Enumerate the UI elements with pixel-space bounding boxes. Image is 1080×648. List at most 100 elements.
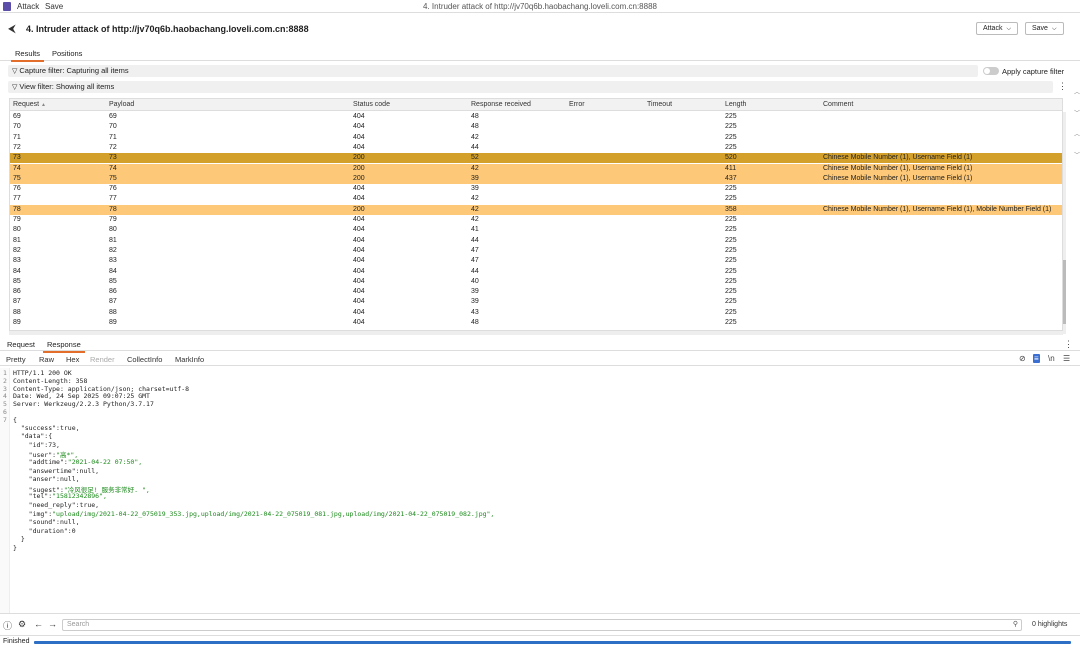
- apply-capture-filter-toggle[interactable]: [983, 67, 999, 75]
- cell-status-code: 404: [353, 143, 365, 151]
- table-row[interactable]: 74 74 200 42 411 Chinese Mobile Number (1), U…: [10, 163, 1062, 174]
- tab-markinfo[interactable]: MarkInfo: [175, 355, 204, 364]
- tab-raw[interactable]: Raw: [39, 355, 54, 364]
- capture-filter-text: Capture filter: Capturing all items: [19, 66, 129, 75]
- back-arrow-icon[interactable]: ⮜: [8, 23, 16, 36]
- cell-status-code: 404: [353, 133, 365, 141]
- view-filter-bar[interactable]: ▽ View filter: Showing all items: [8, 81, 1053, 93]
- table-row[interactable]: 87 87 404 39 225: [10, 297, 1062, 307]
- table-row[interactable]: 82 82 404 47 225: [10, 246, 1062, 256]
- hide-eye-icon[interactable]: ⊘: [1019, 354, 1026, 363]
- table-vertical-scrollbar[interactable]: [1063, 112, 1066, 334]
- cell-payload: 88: [109, 308, 117, 316]
- tab-pretty[interactable]: Pretty: [6, 355, 26, 364]
- page-title: 4. Intruder attack of http://jv70q6b.hao…: [26, 24, 309, 34]
- response-line: Date: Wed, 24 Sep 2025 09:07:25 GMT: [13, 392, 150, 401]
- col-request[interactable]: Request ▲: [13, 101, 46, 108]
- cell-request: 80: [13, 226, 21, 234]
- chevron-up-icon[interactable]: ︿: [1074, 87, 1080, 96]
- wrap-lines-icon[interactable]: \n: [1048, 354, 1055, 363]
- col-comment[interactable]: Comment: [823, 101, 853, 108]
- search-placeholder: Search: [67, 621, 90, 628]
- cell-comment: Chinese Mobile Number (1), Username Fiel…: [823, 205, 1052, 213]
- cell-status-code: 200: [353, 164, 365, 172]
- col-length[interactable]: Length: [725, 101, 746, 108]
- table-row[interactable]: 69 69 404 48 225: [10, 112, 1062, 122]
- hamburger-menu-icon[interactable]: ☰: [1063, 354, 1070, 363]
- table-horizontal-scrollbar[interactable]: [9, 331, 1063, 335]
- json-line: "success":true,: [13, 424, 80, 432]
- tab-positions[interactable]: Positions: [48, 49, 86, 60]
- col-response-received[interactable]: Response received: [471, 101, 531, 108]
- json-value: null,: [59, 475, 80, 484]
- cell-length: 225: [725, 133, 737, 141]
- tab-results[interactable]: Results: [11, 49, 45, 62]
- table-row[interactable]: 73 73 200 52 520 Chinese Mobile Number (1), U…: [10, 153, 1062, 164]
- json-line: }: [13, 544, 17, 552]
- kebab-menu-icon[interactable]: ⋮: [1058, 81, 1067, 92]
- tab-request[interactable]: Request: [3, 340, 39, 351]
- json-key: "addtime":: [13, 458, 68, 466]
- help-icon[interactable]: ⓘ: [3, 619, 12, 632]
- scrollbar-thumb[interactable]: [1063, 260, 1066, 324]
- table-row[interactable]: 79 79 404 42 225: [10, 215, 1062, 225]
- tab-hex[interactable]: Hex: [66, 355, 79, 364]
- gear-icon[interactable]: ⚙: [18, 619, 26, 630]
- chevron-down-icon[interactable]: ﹀: [1074, 108, 1080, 117]
- chevron-up-icon[interactable]: ︿: [1074, 129, 1080, 138]
- json-key: "id":: [13, 440, 49, 449]
- table-row[interactable]: 75 75 200 39 437 Chinese Mobile Number (1), U…: [10, 173, 1062, 185]
- search-input[interactable]: Search ⚲: [62, 619, 1022, 631]
- attack-dropdown-button[interactable]: Attack ⌵: [976, 22, 1019, 35]
- json-key: "data":{: [13, 432, 53, 441]
- col-error[interactable]: Error: [569, 101, 585, 108]
- table-row[interactable]: 88 88 404 43 225: [10, 308, 1062, 318]
- table-row[interactable]: 78 78 200 42 358 Chinese Mobile Number (1), U…: [10, 204, 1062, 215]
- table-row[interactable]: 71 71 404 42 225: [10, 133, 1062, 143]
- table-row[interactable]: 86 86 404 39 225: [10, 287, 1062, 297]
- json-line: "tel":"15812342896",: [13, 492, 107, 500]
- cell-request: 89: [13, 319, 21, 326]
- table-row[interactable]: 81 81 404 44 225: [10, 236, 1062, 246]
- cell-length: 225: [725, 319, 737, 326]
- table-row[interactable]: 84 84 404 44 225: [10, 267, 1062, 277]
- table-row[interactable]: 76 76 404 39 225: [10, 184, 1062, 194]
- tab-collectinfo[interactable]: CollectInfo: [127, 355, 162, 364]
- col-status-code[interactable]: Status code: [353, 101, 390, 108]
- kebab-menu-icon[interactable]: ⋮: [1064, 339, 1073, 350]
- tab-response[interactable]: Response: [43, 340, 85, 353]
- table-row[interactable]: 77 77 404 42 225: [10, 194, 1062, 204]
- cell-status-code: 200: [353, 154, 365, 162]
- attack-header: ⮜ 4. Intruder attack of http://jv70q6b.h…: [0, 18, 1080, 40]
- json-line: "addtime":"2021-04-22 07:50",: [13, 458, 143, 466]
- cell-request: 70: [13, 123, 21, 131]
- cell-request: 77: [13, 195, 21, 203]
- json-key: "anser":: [13, 475, 60, 484]
- response-editor[interactable]: 1234567 HTTP/1.1 200 OK Content-Length: 3…: [0, 368, 1080, 614]
- right-arrow-icon[interactable]: →: [48, 619, 57, 629]
- tab-render[interactable]: Render: [90, 355, 115, 364]
- cell-length: 225: [725, 113, 737, 120]
- cell-status-code: 404: [353, 195, 365, 203]
- table-row[interactable]: 83 83 404 47 225: [10, 256, 1062, 266]
- table-row[interactable]: 85 85 404 40 225: [10, 277, 1062, 287]
- search-icon[interactable]: ⚲: [1013, 620, 1018, 630]
- table-row[interactable]: 89 89 404 48 225: [10, 318, 1062, 328]
- cell-length: 225: [725, 288, 737, 296]
- table-row[interactable]: 70 70 404 48 225: [10, 122, 1062, 132]
- capture-filter-bar[interactable]: ▽ Capture filter: Capturing all items: [8, 65, 978, 77]
- table-header: Request ▲ Payload Status code Response r…: [10, 99, 1062, 111]
- left-arrow-icon[interactable]: ←: [34, 619, 43, 629]
- save-button-label: Save: [1032, 25, 1048, 32]
- cell-payload: 76: [109, 185, 117, 193]
- save-dropdown-button[interactable]: Save ⌵: [1025, 22, 1064, 35]
- table-row[interactable]: 72 72 404 44 225: [10, 143, 1062, 153]
- chevron-down-icon[interactable]: ﹀: [1074, 150, 1080, 159]
- line-number: 3: [3, 384, 7, 393]
- col-timeout[interactable]: Timeout: [647, 101, 672, 108]
- table-row[interactable]: 80 80 404 41 225: [10, 225, 1062, 235]
- cell-response-received: 47: [471, 246, 479, 254]
- col-payload[interactable]: Payload: [109, 101, 134, 108]
- line-numbers-icon[interactable]: ≡: [1033, 354, 1040, 363]
- side-collapse-arrows: ︿ ﹀ ︿ ﹀: [1074, 87, 1080, 327]
